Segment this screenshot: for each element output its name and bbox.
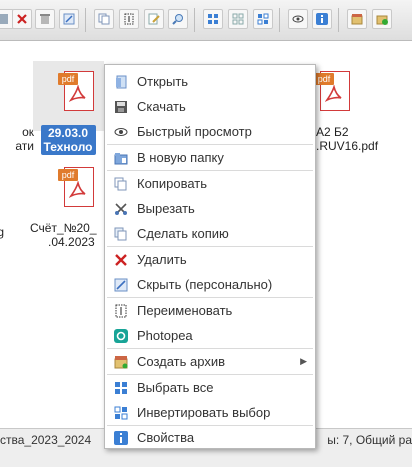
context-menu: Открыть Скачать Быстрый просмотр В новую… — [104, 64, 316, 449]
invert-selection-icon — [113, 405, 129, 421]
preview-icon[interactable] — [288, 9, 308, 29]
menu-item-quick-view[interactable]: Быстрый просмотр — [105, 119, 315, 144]
status-left: ства_2023_2024 — [0, 433, 92, 447]
delete-icon[interactable] — [12, 9, 32, 29]
menu-item-download[interactable]: Скачать — [105, 94, 315, 119]
menu-item-duplicate[interactable]: Сделать копию — [105, 221, 315, 246]
info-icon — [113, 430, 129, 446]
view-tiles-icon[interactable] — [253, 9, 273, 29]
pdf-file-icon: pdf — [58, 167, 96, 209]
chevron-right-icon: ▶ — [300, 356, 307, 366]
copy-icon — [113, 176, 129, 192]
hide-icon[interactable] — [59, 9, 79, 29]
pdf-file-icon: pdf — [314, 71, 352, 113]
file-name: g — [0, 225, 4, 239]
select-all-icon — [113, 380, 129, 396]
download-icon — [113, 99, 129, 115]
rename-icon — [113, 303, 129, 319]
delete-icon — [113, 252, 129, 268]
hide-icon — [113, 277, 129, 293]
menu-item-create-archive[interactable]: Создать архив ▶ — [105, 349, 315, 374]
menu-item-open[interactable]: Открыть — [105, 69, 315, 94]
file-tile[interactable]: g — [0, 225, 4, 239]
file-name: А2 Б2 .RUV16.pdf — [316, 125, 379, 153]
search-icon[interactable] — [168, 9, 188, 29]
menu-item-hide[interactable]: Скрыть (персонально) — [105, 272, 315, 297]
menu-item-photopea[interactable]: Photopea — [105, 323, 315, 348]
file-name: ок ати — [15, 125, 34, 153]
menu-item-cut[interactable]: Вырезать — [105, 196, 315, 221]
status-right: ы: 7, Общий ра — [327, 433, 412, 447]
trash-icon[interactable] — [35, 9, 55, 29]
duplicate-icon — [113, 226, 129, 242]
archive-icon[interactable] — [347, 9, 367, 29]
edit-icon[interactable] — [144, 9, 164, 29]
photopea-icon — [113, 328, 129, 344]
cut-icon — [113, 201, 129, 217]
view-icons-icon[interactable] — [203, 9, 223, 29]
menu-item-invert-selection[interactable]: Инвертировать выбор — [105, 400, 315, 425]
menu-item-copy[interactable]: Копировать — [105, 171, 315, 196]
menu-item-select-all[interactable]: Выбрать все — [105, 375, 315, 400]
pdf-file-icon: pdf — [58, 71, 96, 113]
menu-item-rename[interactable]: Переименовать — [105, 298, 315, 323]
info-icon[interactable] — [312, 9, 332, 29]
extract-icon[interactable] — [372, 9, 392, 29]
file-name: Счёт_№20_ .04.2023 — [30, 221, 97, 249]
menu-item-delete[interactable]: Удалить — [105, 247, 315, 272]
copy-icon[interactable] — [94, 9, 114, 29]
toolbar — [0, 0, 412, 41]
archive-icon — [113, 354, 129, 370]
rename-icon[interactable] — [119, 9, 139, 29]
file-tile-selected[interactable]: pdf 29.03.0 Техноло — [32, 71, 104, 155]
eye-icon — [113, 124, 129, 140]
open-icon — [113, 74, 129, 90]
view-grid-icon[interactable] — [228, 9, 248, 29]
menu-item-new-folder[interactable]: В новую папку — [105, 145, 315, 170]
menu-item-properties[interactable]: Свойства — [105, 425, 315, 450]
file-tile[interactable]: ок ати — [0, 125, 34, 153]
file-name: 29.03.0 Техноло — [32, 125, 104, 155]
new-folder-icon — [113, 150, 129, 166]
file-tile[interactable]: pdf А2 Б2 .RUV16.pdf — [308, 71, 412, 153]
file-tile[interactable]: pdf Счёт_№20_ .04.2023 — [22, 167, 112, 249]
